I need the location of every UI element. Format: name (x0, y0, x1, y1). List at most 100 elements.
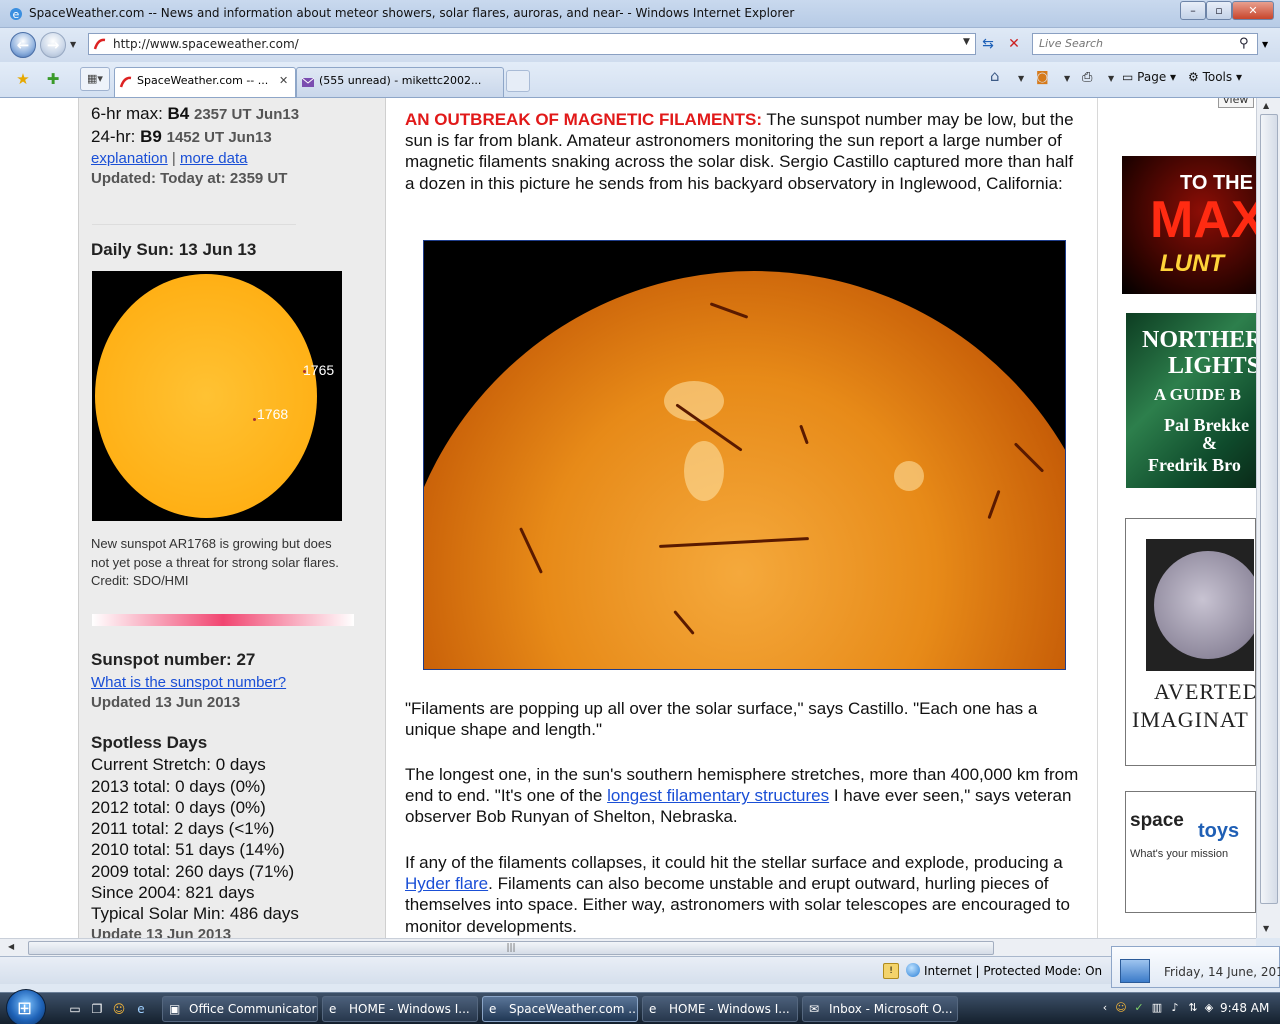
taskbar-item[interactable]: e HOME - Windows I... (642, 996, 798, 1022)
feeds-icon[interactable]: ◙ (1036, 70, 1049, 85)
ad-text: toys (1198, 820, 1240, 842)
ie-icon: e (329, 1002, 337, 1016)
communicator-icon: ▣ (169, 1002, 181, 1016)
network-status-icon[interactable]: ⇅ (1186, 1001, 1200, 1015)
print-dropdown-icon[interactable]: ▼ (1108, 74, 1114, 83)
taskbar-item-active[interactable]: e SpaceWeather.com ... (482, 996, 638, 1022)
close-button[interactable]: ✕ (1232, 1, 1274, 20)
show-desktop-icon[interactable]: ▭ (66, 1000, 84, 1018)
ie-icon: e (489, 1002, 497, 1016)
search-box[interactable]: ⚲ (1032, 33, 1258, 55)
filamentary-structures-link[interactable]: longest filamentary structures (607, 786, 829, 805)
tab-toolbar: ★ ✚ ▦▾ SpaceWeather.com -- ... ✕ (555 un… (0, 62, 1280, 98)
more-data-link[interactable]: more data (180, 150, 248, 167)
spotless-line: 2013 total: 0 days (0%) (91, 777, 266, 796)
minimize-button[interactable]: – (1180, 1, 1206, 20)
calendar-icon (1120, 959, 1150, 983)
tab-spaceweather[interactable]: SpaceWeather.com -- ... ✕ (114, 67, 296, 97)
sun-surface (424, 271, 1065, 669)
home-icon[interactable]: ⌂ (990, 67, 1000, 85)
ad-text: AVERTED (1154, 679, 1256, 704)
address-dropdown-icon[interactable]: ▼ (963, 37, 970, 47)
ad-space-toys[interactable]: space toys What's your mission (1125, 791, 1256, 913)
messenger-icon[interactable]: ☺ (110, 1000, 128, 1018)
spotless-line: 2011 total: 2 days (<1%) (91, 819, 275, 838)
sunspot-number-link[interactable]: What is the sunspot number? (91, 674, 286, 691)
network-tray-icon[interactable]: ✓ (1132, 1001, 1146, 1015)
url-text[interactable]: http://www.spaceweather.com/ (113, 37, 299, 51)
scroll-thumb[interactable] (1260, 114, 1278, 904)
daily-sun-image[interactable]: 1765 1768 (92, 271, 342, 521)
add-favorites-icon[interactable]: ✚ (42, 68, 64, 90)
xray-links: explanation | more data (91, 150, 248, 167)
protected-mode-icon[interactable]: ! (883, 963, 899, 979)
taskbar-item[interactable]: e HOME - Windows I... (322, 996, 478, 1022)
stop-icon[interactable]: ✕ (1004, 35, 1024, 53)
filaments-photo[interactable] (423, 240, 1066, 670)
messenger-tray-icon[interactable]: ☺ (1114, 1001, 1128, 1015)
network-icon[interactable]: ▥ (1150, 1001, 1164, 1015)
vertical-scrollbar[interactable]: ▲ ▼ (1256, 98, 1280, 938)
home-dropdown-icon[interactable]: ▼ (1018, 74, 1024, 83)
taskbar-clock[interactable]: 9:48 AM (1220, 1001, 1269, 1015)
back-button[interactable]: ← (10, 32, 36, 58)
ad-northern-lights-book[interactable]: NORTHER LIGHTS A GUIDE B Pal Brekke & Fr… (1126, 313, 1256, 488)
xray-24hr: 24-hr: B9 1452 UT Jun13 (91, 127, 272, 146)
search-options-dropdown[interactable]: ▼ (1262, 40, 1268, 49)
ad-lunt-to-the-max[interactable]: TO THE MAX LUNT (1122, 156, 1256, 294)
sunspot-updated: Updated 13 Jun 2013 (91, 694, 241, 711)
view-button-partial[interactable]: view (1218, 98, 1254, 108)
security-tray-icon[interactable]: ◈ (1202, 1001, 1216, 1015)
quick-tabs-button[interactable]: ▦▾ (80, 67, 110, 91)
taskbar-item[interactable]: ▣ Office Communicator (162, 996, 318, 1022)
article-paragraph-3: The longest one, in the sun's southern h… (405, 765, 1079, 827)
security-zone[interactable]: Internet | Protected Mode: On (906, 963, 1102, 978)
window-title: SpaceWeather.com -- News and information… (29, 6, 795, 20)
ad-text: A GUIDE B (1154, 385, 1241, 404)
svg-text:e: e (13, 8, 20, 21)
ad-text: What's your mission (1130, 848, 1229, 860)
scroll-thumb[interactable]: ||| (28, 941, 994, 955)
print-icon[interactable]: ⎙ (1082, 70, 1092, 85)
horizontal-scrollbar[interactable]: ◀ ||| (0, 938, 1256, 956)
tools-menu[interactable]: ⚙ Tools ▾ (1188, 70, 1242, 84)
favorites-star-icon[interactable]: ★ (12, 68, 34, 90)
switch-windows-icon[interactable]: ❐ (88, 1000, 106, 1018)
explanation-link[interactable]: explanation (91, 150, 168, 167)
title-bar: e SpaceWeather.com -- News and informati… (0, 0, 1280, 28)
tray-expand-icon[interactable]: ‹ (1098, 1001, 1112, 1015)
globe-icon (906, 963, 920, 977)
start-button[interactable]: ⊞ (6, 989, 46, 1024)
scroll-up-icon[interactable]: ▲ (1263, 101, 1269, 110)
address-bar[interactable]: http://www.spaceweather.com/ ▼ (88, 33, 976, 55)
taskbar-item[interactable]: ✉ Inbox - Microsoft O... (802, 996, 958, 1022)
date-text: Friday, 14 June, 2013 (1164, 965, 1280, 979)
search-input[interactable] (1039, 37, 1229, 50)
close-tab-icon[interactable]: ✕ (279, 74, 288, 87)
page-menu[interactable]: ▭ Page ▾ (1122, 70, 1176, 84)
maximize-button[interactable]: ▫ (1206, 1, 1232, 20)
spotless-line: 2010 total: 51 days (14%) (91, 840, 285, 859)
ad-text: Fredrik Bro (1148, 455, 1241, 475)
page-viewport: 6-hr max: B4 2357 UT Jun13 24-hr: B9 145… (0, 98, 1256, 938)
article-headline: AN OUTBREAK OF MAGNETIC FILAMENTS: (405, 110, 762, 129)
scroll-left-icon[interactable]: ◀ (8, 942, 14, 951)
sun-globe-image (1146, 539, 1254, 671)
scroll-down-icon[interactable]: ▼ (1263, 924, 1269, 933)
hyder-flare-link[interactable]: Hyder flare (405, 874, 488, 893)
plage-region (684, 441, 724, 501)
volume-icon[interactable]: ♪ (1168, 1001, 1182, 1015)
spotless-line: Since 2004: 821 days (91, 883, 255, 902)
refresh-icon[interactable]: ⇆ (978, 35, 998, 53)
daily-sun-title: Daily Sun: 13 Jun 13 (91, 240, 257, 259)
feeds-dropdown-icon[interactable]: ▼ (1064, 74, 1070, 83)
tab-mail[interactable]: (555 unread) - mikettc2002... (296, 67, 504, 97)
ad-averted-imagination[interactable]: AVERTED IMAGINAT (1125, 518, 1256, 766)
spotless-line: Current Stretch: 0 days (91, 755, 266, 774)
forward-button[interactable]: → (40, 32, 66, 58)
sunspot-number-title: Sunspot number: 27 (91, 650, 256, 669)
recent-pages-dropdown[interactable]: ▼ (70, 40, 76, 49)
ie-quicklaunch-icon[interactable]: e (132, 1000, 150, 1018)
search-icon[interactable]: ⚲ (1239, 36, 1249, 51)
new-tab-button[interactable] (506, 70, 530, 92)
